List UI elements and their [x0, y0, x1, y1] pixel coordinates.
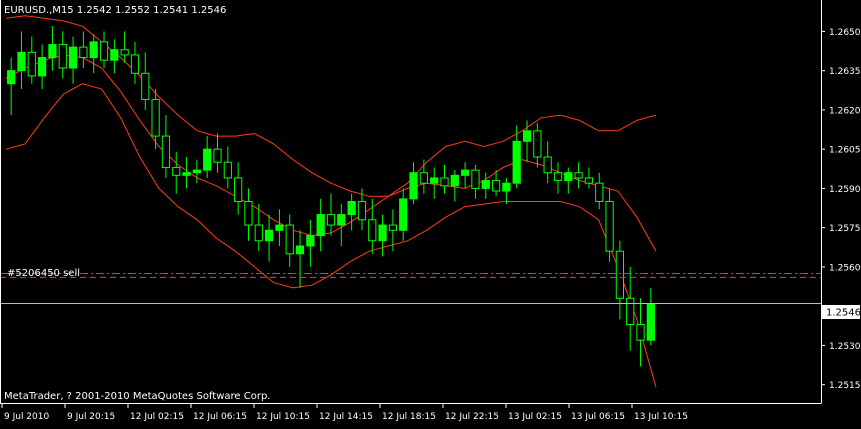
time-tick-label: 9 Jul 20:15 [67, 412, 115, 422]
time-tick-label: 13 Jul 02:15 [508, 412, 562, 422]
candle-body [471, 169, 480, 189]
candle-body [48, 43, 57, 59]
candle-body [244, 201, 253, 226]
candle-body [110, 49, 119, 61]
candle-body [419, 172, 428, 184]
candle-body [409, 172, 418, 200]
candle-body [605, 201, 614, 252]
candle-body [430, 177, 439, 184]
candle-body [337, 214, 346, 226]
price-tick-label: 1.2635 [829, 67, 861, 77]
candle-body [357, 201, 367, 221]
time-tick-label: 13 Jul 10:15 [634, 412, 688, 422]
candle-body [461, 169, 470, 176]
candle-body [388, 224, 398, 231]
candle-body [399, 198, 408, 231]
price-tick-label: 1.2650 [829, 28, 861, 38]
price-tick-label: 1.2560 [829, 263, 861, 273]
candle-body [543, 156, 552, 174]
candle-body [264, 229, 274, 242]
candle-body [491, 180, 501, 192]
current-price-label: 1.2546 [826, 308, 861, 319]
candle-body [615, 250, 624, 299]
candle-body [326, 214, 336, 226]
candle-body [646, 303, 655, 341]
time-tick-label: 12 Jul 14:15 [319, 412, 373, 422]
candle-body [595, 182, 604, 203]
candle-body [27, 51, 36, 77]
price-tick-label: 1.2605 [829, 146, 861, 156]
price-tick-label: 1.2530 [829, 342, 861, 352]
candle-body [378, 224, 387, 242]
candle-body [213, 148, 222, 163]
price-tick-label: 1.2590 [829, 185, 861, 195]
candle-body [203, 148, 212, 171]
candle-body [130, 54, 140, 74]
candle-body [316, 214, 325, 237]
candle-body [120, 49, 129, 56]
candle-body [89, 41, 98, 59]
candle-body [295, 245, 305, 255]
candle-body [564, 172, 573, 182]
candle-body [151, 98, 160, 137]
candle-body [584, 177, 594, 184]
candle-body [450, 174, 459, 187]
candle-body [223, 161, 232, 179]
candle-body [68, 46, 78, 69]
candle-body [58, 43, 67, 69]
candle-body [275, 224, 284, 231]
time-tick-label: 12 Jul 22:15 [445, 412, 499, 422]
candle-body [574, 172, 583, 179]
candle-body [7, 70, 16, 85]
candle-body [533, 130, 542, 158]
price-tick-label: 1.2620 [829, 106, 861, 116]
chart-background [0, 0, 861, 425]
chart-title: EURUSD.,M15 1.2542 1.2552 1.2541 1.2546 [4, 5, 226, 16]
copyright-text: MetaTrader, ? 2001-2010 MetaQuotes Softw… [4, 391, 270, 402]
candle-body [141, 72, 150, 100]
candle-body [306, 235, 315, 247]
candle-body [161, 135, 171, 168]
candle-body [182, 172, 191, 176]
candle-body [285, 224, 294, 255]
candle-body [553, 172, 563, 182]
time-tick-label: 12 Jul 18:15 [382, 412, 436, 422]
current-price-tag: 1.2546 [822, 305, 861, 319]
candle-body [79, 46, 88, 59]
candle-body [502, 182, 511, 192]
price-chart[interactable]: 1.2650 1.2635 1.2620 1.2605 1.2590 1.2575 1.25… [0, 0, 861, 425]
candle-body [192, 169, 201, 174]
time-tick-label: 12 Jul 10:15 [256, 412, 310, 422]
time-tick-label: 12 Jul 06:15 [193, 412, 247, 422]
candle-body [17, 51, 26, 72]
candle-body [522, 130, 532, 142]
time-tick-label: 13 Jul 06:15 [571, 412, 625, 422]
candle-body [440, 177, 449, 187]
time-tick-label: 9 Jul 2010 [4, 412, 49, 422]
time-tick-label: 12 Jul 02:15 [130, 412, 184, 422]
candle-body [172, 166, 181, 176]
candle-body [512, 140, 521, 184]
price-tick-label: 1.2515 [829, 381, 861, 391]
candle-body [481, 180, 490, 189]
price-tick-label: 1.2575 [829, 224, 861, 234]
candle-body [368, 219, 377, 242]
candle-body [636, 323, 645, 341]
order-label[interactable]: #5206450 sell [7, 268, 80, 279]
candle-body [347, 201, 356, 216]
candle-body [99, 41, 109, 61]
chart-window[interactable]: 1.2650 1.2635 1.2620 1.2605 1.2590 1.2575 1.25… [0, 0, 861, 425]
candle-body [626, 297, 635, 325]
candle-body [254, 224, 263, 242]
candle-body [38, 57, 47, 77]
candle-body [234, 177, 243, 203]
